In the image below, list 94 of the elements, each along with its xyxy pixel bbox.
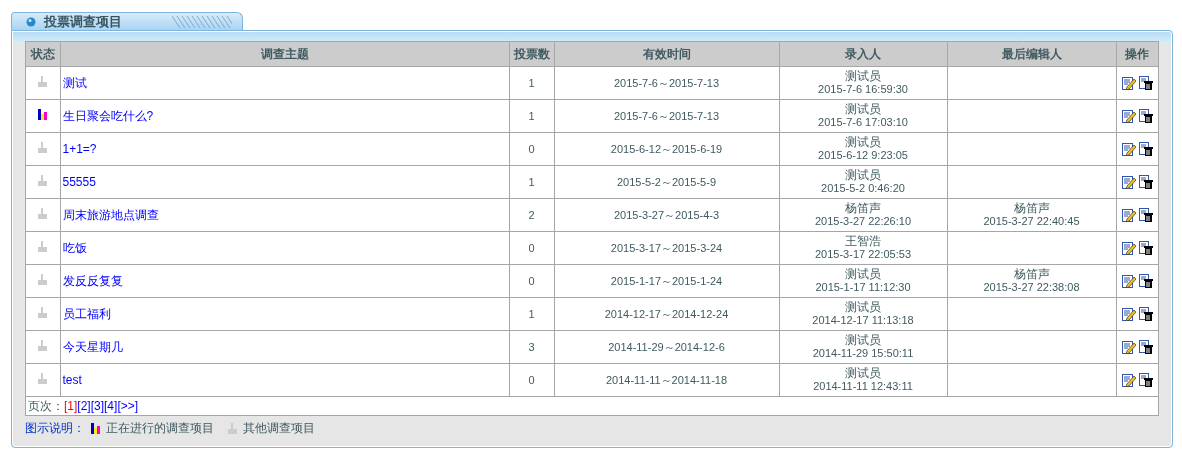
vote-count: 0 (528, 373, 535, 386)
survey-title-link[interactable]: 员工福利 (62, 306, 111, 321)
column-header: 状态 (26, 42, 60, 67)
survey-title-link[interactable]: test (62, 372, 82, 387)
delete-button[interactable] (1138, 175, 1153, 189)
created-time: 2015-7-6 17:03:10 (817, 116, 909, 129)
survey-title-link[interactable]: 发反反复复 (62, 273, 123, 288)
column-header: 录入人 (779, 42, 947, 67)
delete-button[interactable] (1138, 109, 1153, 123)
column-header: 调查主题 (60, 42, 509, 67)
valid-period: 2014-11-11～2014-11-18 (605, 373, 728, 386)
created-time: 2014-12-17 11:13:18 (811, 314, 915, 327)
edit-button[interactable] (1121, 373, 1136, 387)
edit-button[interactable] (1121, 208, 1136, 222)
edit-button[interactable] (1121, 175, 1136, 189)
created-time: 2015-5-2 0:46:20 (820, 182, 906, 195)
column-header: 投票数 (509, 42, 554, 67)
vote-count: 1 (528, 307, 535, 320)
delete-button[interactable] (1138, 241, 1153, 255)
stripes-icon (172, 16, 232, 28)
edit-button[interactable] (1121, 76, 1136, 90)
panel-title: 投票调查项目 (44, 12, 122, 31)
vote-count: 1 (528, 109, 535, 122)
column-header: 最后编辑人 (947, 42, 1116, 67)
creator-name: 测试员 (844, 70, 882, 83)
page-link[interactable]: [4] (104, 399, 118, 413)
edited-time: 2015-3-27 22:38:08 (982, 281, 1081, 294)
creator-name: 测试员 (844, 169, 882, 182)
valid-period: 2015-3-27～2015-4-3 (613, 208, 720, 221)
valid-period: 2015-7-6～2015-7-13 (613, 76, 720, 89)
delete-button[interactable] (1138, 208, 1153, 222)
creator-name: 测试员 (844, 334, 882, 347)
column-header: 有效时间 (554, 42, 779, 67)
created-time: 2015-1-17 11:12:30 (814, 281, 912, 294)
vote-count: 1 (528, 76, 535, 89)
created-time: 2015-3-17 22:05:53 (814, 248, 912, 261)
delete-button[interactable] (1138, 142, 1153, 156)
vote-count: 0 (528, 241, 535, 254)
legend-text: 其他调查项目 (243, 419, 315, 437)
page-link[interactable]: [3] (90, 399, 105, 413)
edit-button[interactable] (1121, 109, 1136, 123)
creator-name: 测试员 (844, 136, 882, 149)
globe-icon (26, 16, 36, 27)
page-link[interactable]: [1] (64, 399, 78, 413)
survey-title-link[interactable]: 今天星期几 (62, 339, 123, 354)
survey-title-link[interactable]: 吃饭 (62, 240, 87, 255)
creator-name: 杨笛声 (844, 202, 882, 215)
vote-count: 3 (528, 340, 535, 353)
edit-button[interactable] (1121, 340, 1136, 354)
delete-button[interactable] (1138, 274, 1153, 288)
valid-period: 2015-6-12～2015-6-19 (610, 142, 723, 155)
edit-button[interactable] (1121, 274, 1136, 288)
edit-button[interactable] (1121, 142, 1136, 156)
edited-time: 2015-3-27 22:40:45 (982, 215, 1081, 228)
survey-title-link[interactable]: 生日聚会吃什么? (62, 108, 154, 123)
vote-count: 0 (528, 274, 535, 287)
survey-title-link[interactable]: 周末旅游地点调查 (62, 207, 159, 222)
editor-name: 杨笛声 (1012, 202, 1051, 215)
valid-period: 2015-3-17～2015-3-24 (610, 241, 723, 254)
editor-name: 杨笛声 (1012, 268, 1051, 281)
delete-button[interactable] (1138, 373, 1153, 387)
legend-text: 正在进行的调查项目 (106, 419, 214, 437)
valid-period: 2015-5-2～2015-5-9 (616, 175, 717, 188)
creator-name: 测试员 (844, 268, 882, 281)
survey-title-link[interactable]: 1+1=? (62, 141, 97, 156)
creator-name: 测试员 (844, 103, 882, 116)
valid-period: 2015-7-6～2015-7-13 (613, 109, 720, 122)
delete-button[interactable] (1138, 340, 1153, 354)
valid-period: 2014-11-29～2014-12-6 (608, 340, 725, 353)
valid-period: 2015-1-17～2015-1-24 (610, 274, 723, 287)
creator-name: 王智浩 (844, 235, 882, 248)
created-time: 2015-7-6 16:59:30 (817, 83, 909, 96)
delete-button[interactable] (1138, 76, 1153, 90)
survey-title-link[interactable]: 测试 (62, 75, 87, 90)
panel-tab[interactable]: 投票调查项目 (11, 12, 243, 30)
vote-count: 1 (528, 175, 535, 188)
pager-label: 页次： (28, 397, 64, 415)
edit-button[interactable] (1121, 241, 1136, 255)
creator-name: 测试员 (844, 367, 882, 380)
creator-name: 测试员 (844, 301, 882, 314)
vote-count: 2 (528, 208, 535, 221)
created-time: 2014-11-29 15:50:11 (811, 347, 915, 360)
legend-label: 图示说明： (25, 419, 85, 437)
page-link[interactable]: [>>] (117, 399, 139, 413)
created-time: 2015-3-27 22:26:10 (814, 215, 912, 228)
survey-title-link[interactable]: 55555 (62, 174, 96, 189)
created-time: 2014-11-11 12:43:11 (812, 380, 914, 393)
page-link[interactable]: [2] (77, 399, 91, 413)
created-time: 2015-6-12 9:23:05 (817, 149, 909, 162)
valid-period: 2014-12-17～2014-12-24 (604, 307, 729, 320)
column-header: 操作 (1116, 42, 1158, 67)
delete-button[interactable] (1138, 307, 1153, 321)
edit-button[interactable] (1121, 307, 1136, 321)
vote-count: 0 (528, 142, 535, 155)
